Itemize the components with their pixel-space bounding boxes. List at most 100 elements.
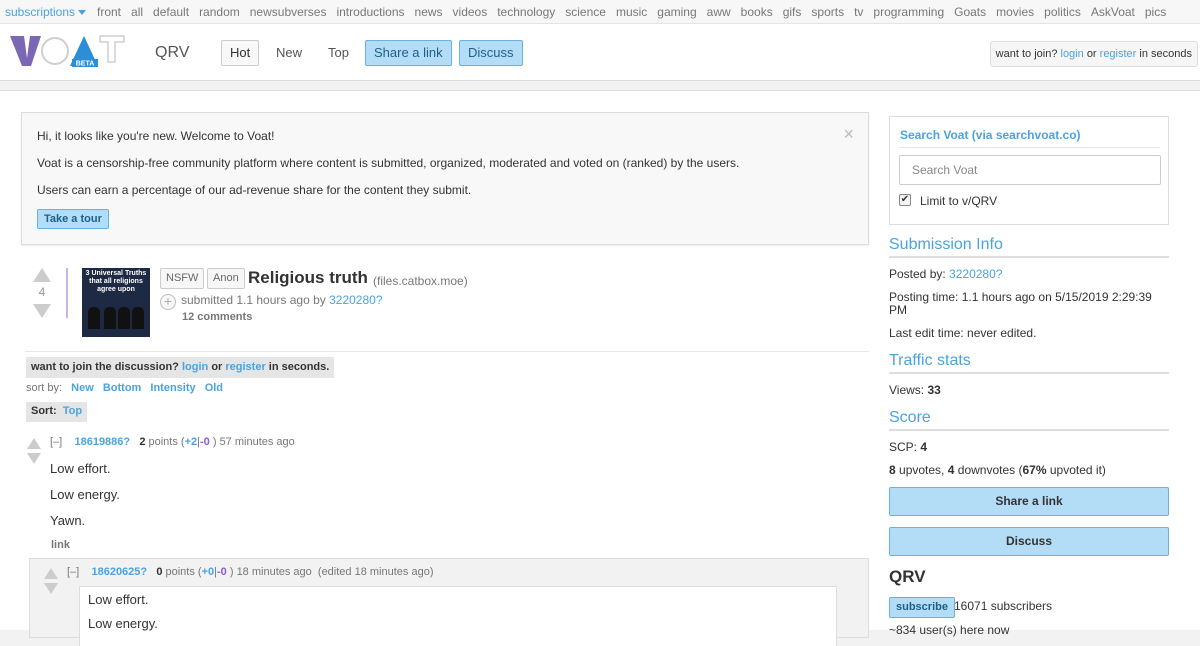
share-link-button[interactable]: Share a link (365, 40, 452, 66)
nav-link[interactable]: music (616, 5, 647, 19)
current-sort-value[interactable]: Top (63, 405, 82, 417)
comment-line: Low energy. (88, 616, 158, 631)
subscribe-button[interactable]: subscribe (889, 597, 955, 618)
submission-domain[interactable]: (files.catbox.moe) (373, 274, 468, 288)
nav-link[interactable]: news (415, 5, 443, 19)
login-link[interactable]: login (1061, 48, 1084, 60)
downvote-arrow-icon[interactable] (44, 583, 58, 594)
nav-link[interactable]: tv (854, 5, 863, 19)
upvote-arrow-icon[interactable] (33, 268, 51, 282)
expand-icon[interactable]: + (160, 294, 176, 310)
upvote-arrow-icon[interactable] (27, 438, 41, 449)
comments-link[interactable]: 12 comments (182, 311, 252, 323)
comment-header: [–] 18620625? 0 points (+0|-0 ) 18 minut… (67, 566, 433, 578)
author-link[interactable]: 3220280? (949, 267, 1002, 281)
welcome-line-3: Users can earn a percentage of our ad-re… (37, 183, 472, 197)
subscriptions-dropdown[interactable]: subscriptions (5, 5, 87, 19)
sort-old[interactable]: Old (205, 382, 223, 394)
downvotes-label: downvotes ( (957, 463, 1023, 477)
upvote-arrow-icon[interactable] (44, 568, 58, 579)
upvote-count: +0 (201, 566, 215, 578)
nav-link[interactable]: gaming (657, 5, 696, 19)
sort-new[interactable]: New (71, 382, 94, 394)
main-content: Hi, it looks like you're new. Welcome to… (0, 90, 1200, 646)
comment-header: [–] 18619886? 2 points (+2|-0 ) 57 minut… (50, 436, 295, 448)
divider (899, 147, 1160, 148)
submission-tagline: submitted 1.1 hours ago by 3220280? (181, 293, 383, 307)
comment-line: Yawn. (50, 513, 86, 528)
register-link[interactable]: register (1100, 48, 1137, 60)
submission-score: 4 (38, 285, 46, 299)
welcome-line-1: Hi, it looks like you're new. Welcome to… (37, 129, 275, 143)
vote-ratio-bar (66, 268, 68, 318)
chevron-down-icon (78, 10, 87, 16)
posted-by-label: Posted by: (889, 267, 946, 281)
nav-link[interactable]: Goats (954, 5, 986, 19)
upvotes-label: upvotes, (899, 463, 945, 477)
author-link[interactable]: 3220280? (329, 293, 382, 307)
close-icon[interactable]: × (843, 125, 854, 143)
points-label: points ( (148, 436, 185, 448)
sort-label: sort by: (26, 382, 63, 394)
tab-new[interactable]: New (267, 40, 311, 66)
nav-link[interactable]: front (97, 5, 121, 19)
nav-link[interactable]: introductions (336, 5, 404, 19)
score-heading: Score (889, 409, 1169, 431)
discuss-button[interactable]: Discuss (889, 527, 1169, 556)
nav-link[interactable]: programming (873, 5, 944, 19)
voat-logo[interactable]: BETA (10, 34, 125, 68)
views-label: Views: (889, 383, 925, 397)
login-link[interactable]: login (182, 361, 208, 373)
last-edit-time: Last edit time: never edited. (889, 326, 1037, 340)
join-prefix: want to join? (995, 48, 1058, 60)
nav-link[interactable]: newsubverses (250, 5, 327, 19)
comment-points: 2 (139, 436, 146, 448)
thumbnail-caption: 3 Universal Truths that all religions ag… (85, 270, 147, 293)
anon-tag: Anon (207, 268, 245, 289)
share-link-button[interactable]: Share a link (889, 487, 1169, 516)
downvote-arrow-icon[interactable] (27, 453, 41, 464)
tab-top[interactable]: Top (319, 40, 358, 66)
nav-link[interactable]: AskVoat (1091, 5, 1135, 19)
nav-link[interactable]: sports (811, 5, 844, 19)
nav-link[interactable]: videos (453, 5, 488, 19)
nav-link[interactable]: aww (707, 5, 731, 19)
nav-link[interactable]: technology (497, 5, 555, 19)
nav-link[interactable]: science (565, 5, 606, 19)
join-or: or (211, 361, 223, 373)
search-input[interactable] (899, 155, 1161, 185)
subverse-name[interactable]: QRV (155, 44, 189, 62)
downvotes-count: 4 (947, 463, 955, 477)
collapse-toggle[interactable]: [–] (67, 566, 79, 578)
scp-label: SCP: (889, 440, 918, 454)
nav-link[interactable]: all (131, 5, 143, 19)
nav-link[interactable]: pics (1145, 5, 1166, 19)
register-link[interactable]: register (225, 361, 265, 373)
take-tour-button[interactable]: Take a tour (37, 209, 109, 229)
permalink[interactable]: link (51, 539, 70, 551)
tab-hot[interactable]: Hot (221, 40, 260, 66)
sort-options: sort by: New Bottom Intensity Old (26, 382, 223, 394)
welcome-line-2: Voat is a censorship-free community plat… (37, 156, 740, 170)
nav-link[interactable]: politics (1044, 5, 1081, 19)
nav-link[interactable]: gifs (783, 5, 802, 19)
join-prompt: want to join? login or register in secon… (989, 41, 1198, 67)
nsfw-tag: NSFW (160, 268, 205, 289)
comment-author[interactable]: 18620625? (91, 566, 147, 578)
nav-link[interactable]: default (153, 5, 189, 19)
downvote-arrow-icon[interactable] (33, 304, 51, 318)
search-title[interactable]: Search Voat (via searchvoat.co) (900, 128, 1081, 142)
collapse-toggle[interactable]: [–] (50, 436, 62, 448)
submission-thumbnail[interactable]: 3 Universal Truths that all religions ag… (82, 268, 150, 337)
discuss-button[interactable]: Discuss (459, 40, 523, 66)
sort-intensity[interactable]: Intensity (150, 382, 195, 394)
comment-author[interactable]: 18619886? (74, 436, 130, 448)
submission-title[interactable]: Religious truth (248, 268, 368, 288)
sort-bottom[interactable]: Bottom (103, 382, 142, 394)
nav-link[interactable]: movies (996, 5, 1034, 19)
nav-link[interactable]: random (199, 5, 240, 19)
nav-link[interactable]: books (741, 5, 773, 19)
limit-label: Limit to v/QRV (920, 194, 998, 208)
submitted-text: submitted 1.1 hours ago by (181, 293, 326, 307)
limit-checkbox[interactable]: ✔ (899, 194, 911, 206)
